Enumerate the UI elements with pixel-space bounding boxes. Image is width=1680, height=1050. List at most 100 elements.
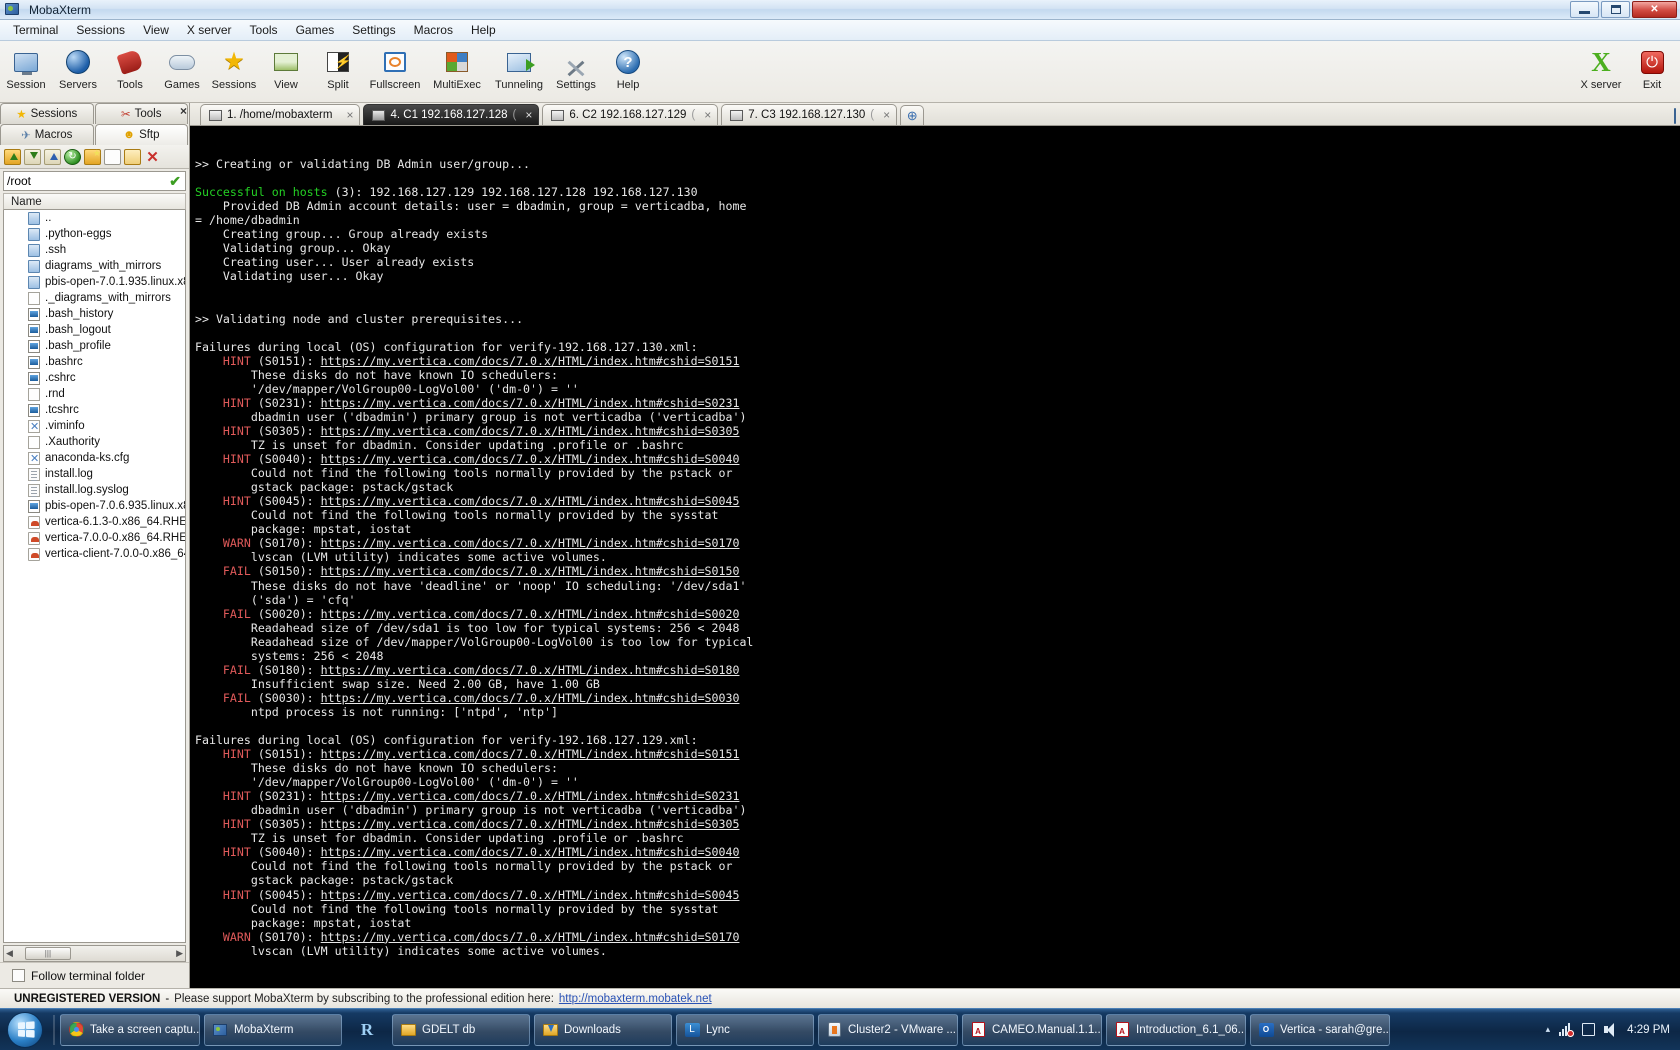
toolbar-exit-button[interactable]: ⏻ Exit (1630, 44, 1674, 91)
sidebar-tab-sessions[interactable]: ★ Sessions (0, 103, 94, 124)
maximize-button[interactable] (1601, 1, 1630, 18)
taskbar-clock[interactable]: 4:29 PM (1627, 1024, 1676, 1036)
terminal-link[interactable]: https://my.vertica.com/docs/7.0.x/HTML/i… (321, 536, 740, 550)
network-error-icon[interactable] (1559, 1023, 1573, 1036)
toolbar-help-button[interactable]: ? Help (602, 44, 654, 91)
list-item[interactable]: vertica-client-7.0.0-0.x86_64.. (4, 546, 185, 562)
sidebar-close-icon[interactable]: × (180, 104, 187, 118)
list-item[interactable]: .bash_logout (4, 322, 185, 338)
refresh-icon[interactable]: ↻ (64, 149, 81, 165)
list-item[interactable]: install.log.syslog (4, 482, 185, 498)
close-tab-icon[interactable]: × (704, 108, 711, 122)
terminal-tab[interactable]: 7. C3 192.168.127.130 (× (721, 104, 897, 125)
taskbar-item[interactable]: R (346, 1014, 388, 1046)
terminal-output[interactable]: >> Creating or validating DB Admin user/… (190, 126, 1680, 988)
safely-remove-icon[interactable] (1582, 1023, 1595, 1036)
menu-help[interactable]: Help (462, 21, 505, 39)
list-item[interactable]: .bash_profile (4, 338, 185, 354)
list-item[interactable]: diagrams_with_mirrors (4, 258, 185, 274)
list-item[interactable]: .ssh (4, 242, 185, 258)
terminal-link[interactable]: https://my.vertica.com/docs/7.0.x/HTML/i… (321, 424, 740, 438)
taskbar-item[interactable]: Downloads (534, 1014, 672, 1046)
pen-icon[interactable] (1674, 108, 1676, 124)
terminal-link[interactable]: https://my.vertica.com/docs/7.0.x/HTML/i… (321, 817, 740, 831)
file-list-header[interactable]: Name (3, 193, 186, 210)
terminal-tab[interactable]: 6. C2 192.168.127.129 (× (542, 104, 718, 125)
terminal-link[interactable]: https://my.vertica.com/docs/7.0.x/HTML/i… (321, 564, 740, 578)
toolbar-split-button[interactable]: ⚡ Split (312, 44, 364, 91)
toolbar-sessions-button[interactable]: ★ Sessions (208, 44, 260, 91)
toolbar-x-server-button[interactable]: X X server (1572, 44, 1630, 91)
close-tab-icon[interactable]: × (346, 108, 353, 122)
parent-folder-icon[interactable] (4, 149, 21, 165)
terminal-link[interactable]: https://my.vertica.com/docs/7.0.x/HTML/i… (321, 607, 740, 621)
start-button[interactable] (0, 1011, 50, 1049)
terminal-link[interactable]: https://my.vertica.com/docs/7.0.x/HTML/i… (321, 789, 740, 803)
sidebar-tab-tools[interactable]: ✂ Tools (95, 103, 189, 124)
toolbar-fullscreen-button[interactable]: Fullscreen (364, 44, 426, 91)
terminal-tab[interactable]: 1. /home/mobaxterm× (200, 104, 360, 125)
menu-games[interactable]: Games (287, 21, 344, 39)
terminal-link[interactable]: https://my.vertica.com/docs/7.0.x/HTML/i… (321, 354, 740, 368)
list-item[interactable]: .bash_history (4, 306, 185, 322)
list-item[interactable]: .tcshrc (4, 402, 185, 418)
scrollbar-thumb[interactable]: ||| (25, 947, 71, 960)
taskbar-item[interactable]: LLync (676, 1014, 814, 1046)
terminal-link[interactable]: https://my.vertica.com/docs/7.0.x/HTML/i… (321, 747, 740, 761)
toolbar-games-button[interactable]: Games (156, 44, 208, 91)
terminal-link[interactable]: https://my.vertica.com/docs/7.0.x/HTML/i… (321, 888, 740, 902)
list-item[interactable]: ._diagrams_with_mirrors (4, 290, 185, 306)
menu-settings[interactable]: Settings (343, 21, 404, 39)
toolbar-settings-button[interactable]: Settings (550, 44, 602, 91)
open-folder-icon[interactable] (124, 149, 141, 165)
list-item[interactable]: .rnd (4, 386, 185, 402)
follow-terminal-folder-checkbox[interactable] (12, 969, 25, 982)
list-item[interactable]: pbis-open-7.0.6.935.linux.x8.. (4, 498, 185, 514)
scroll-left-icon[interactable]: ◀ (6, 948, 13, 959)
close-tab-icon[interactable]: × (525, 108, 532, 122)
list-item[interactable]: vertica-7.0.0-0.x86_64.RHEL.. (4, 530, 185, 546)
list-item[interactable]: vertica-6.1.3-0.x86_64.RHEL.. (4, 514, 185, 530)
new-file-icon[interactable] (104, 149, 121, 165)
new-folder-icon[interactable] (84, 149, 101, 165)
toolbar-session-button[interactable]: Session (0, 44, 52, 91)
list-item[interactable]: .bashrc (4, 354, 185, 370)
menu-x-server[interactable]: X server (178, 21, 241, 39)
minimize-button[interactable] (1570, 1, 1599, 18)
taskbar-item[interactable]: ACAMEO.Manual.1.1... (962, 1014, 1102, 1046)
follow-terminal-folder-row[interactable]: Follow terminal folder (0, 962, 189, 988)
terminal-link[interactable]: https://my.vertica.com/docs/7.0.x/HTML/i… (321, 396, 740, 410)
menu-macros[interactable]: Macros (405, 21, 462, 39)
list-item[interactable]: anaconda-ks.cfg (4, 450, 185, 466)
taskbar-item[interactable]: Cluster2 - VMware ... (818, 1014, 958, 1046)
menu-sessions[interactable]: Sessions (67, 21, 134, 39)
file-list-horizontal-scrollbar[interactable]: ◀ ||| ▶ (3, 945, 186, 962)
toolbar-tunneling-button[interactable]: Tunneling (488, 44, 550, 91)
terminal-link[interactable]: https://my.vertica.com/docs/7.0.x/HTML/i… (321, 845, 740, 859)
taskbar-item[interactable]: Take a screen captu... (60, 1014, 200, 1046)
terminal-link[interactable]: https://my.vertica.com/docs/7.0.x/HTML/i… (321, 930, 740, 944)
upload-icon[interactable] (44, 149, 61, 165)
terminal-tab[interactable]: 4. C1 192.168.127.128 (× (363, 104, 539, 125)
list-item[interactable]: .Xauthority (4, 434, 185, 450)
scroll-right-icon[interactable]: ▶ (176, 948, 183, 959)
terminal-link[interactable]: https://my.vertica.com/docs/7.0.x/HTML/i… (321, 663, 740, 677)
menu-terminal[interactable]: Terminal (4, 21, 67, 39)
toolbar-view-button[interactable]: View (260, 44, 312, 91)
menu-tools[interactable]: Tools (241, 21, 287, 39)
toolbar-tools-button[interactable]: Tools (104, 44, 156, 91)
terminal-link[interactable]: https://my.vertica.com/docs/7.0.x/HTML/i… (321, 494, 740, 508)
taskbar-item[interactable]: GDELT db (392, 1014, 530, 1046)
terminal-link[interactable]: https://my.vertica.com/docs/7.0.x/HTML/i… (321, 691, 740, 705)
show-hidden-icons-icon[interactable]: ▴ (1546, 1024, 1551, 1035)
volume-icon[interactable] (1604, 1023, 1618, 1036)
close-tab-icon[interactable]: × (883, 108, 890, 122)
terminal-scrollbar[interactable] (1667, 126, 1680, 988)
menu-view[interactable]: View (134, 21, 178, 39)
close-button[interactable]: ✕ (1632, 1, 1677, 18)
list-item[interactable]: .. (4, 210, 185, 226)
toolbar-servers-button[interactable]: Servers (52, 44, 104, 91)
list-item[interactable]: .python-eggs (4, 226, 185, 242)
delete-icon[interactable]: ✕ (144, 149, 161, 165)
taskbar-item[interactable]: MobaXterm (204, 1014, 342, 1046)
